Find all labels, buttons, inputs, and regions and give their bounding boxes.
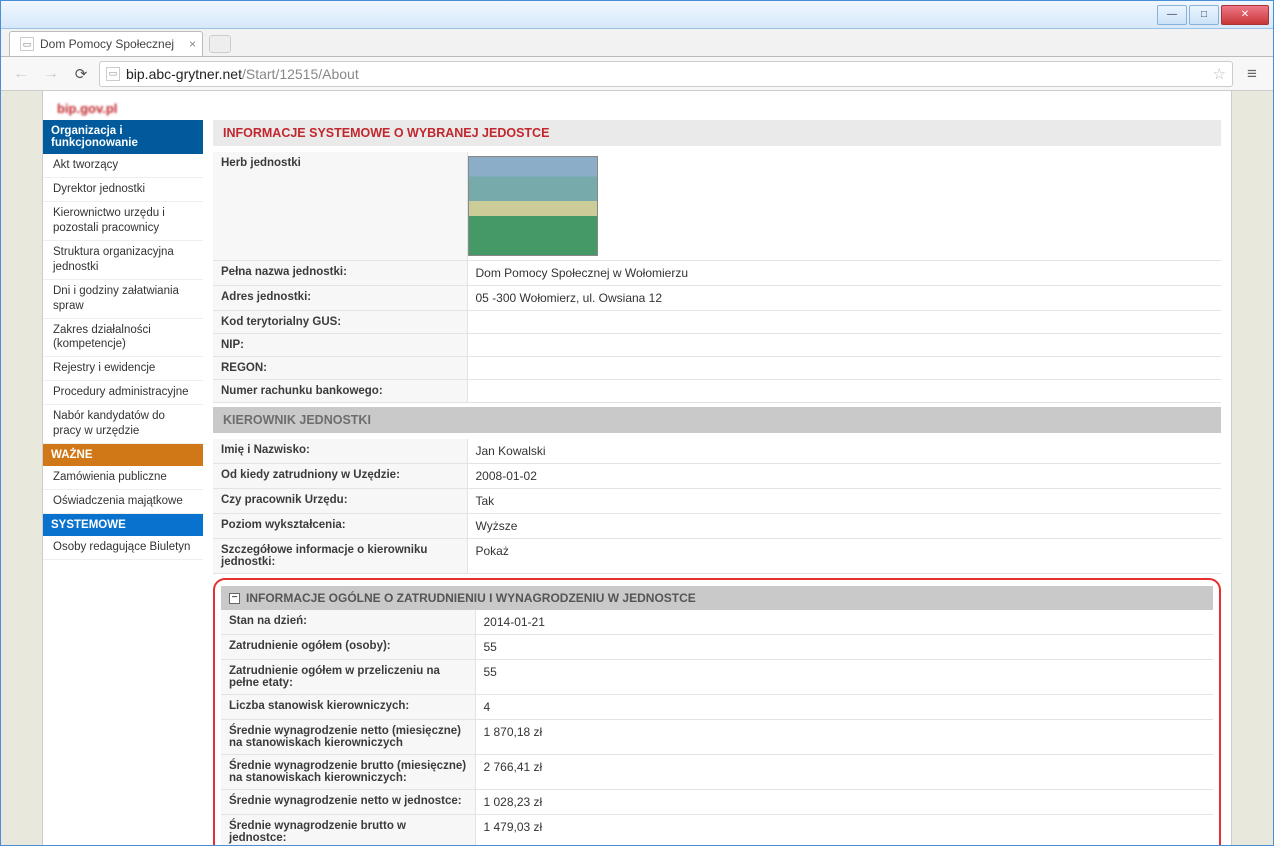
row-value: 05 -300 Wołomierz, ul. Owsiana 12 bbox=[467, 286, 1221, 311]
row-label: Średnie wynagrodzenie brutto (miesięczne… bbox=[221, 755, 475, 790]
section-title-kierownik: KIEROWNIK JEDNOSTKI bbox=[213, 407, 1221, 433]
row-value: 2 766,41 zł bbox=[475, 755, 1213, 790]
window-close-button[interactable]: ✕ bbox=[1221, 5, 1269, 25]
row-label: Liczba stanowisk kierowniczych: bbox=[221, 695, 475, 720]
back-button[interactable]: ← bbox=[9, 62, 33, 86]
collapse-title: INFORMACJE OGÓLNE O ZATRUDNIENIU I WYNAG… bbox=[246, 591, 696, 605]
row-value-pokaz[interactable]: Pokaż bbox=[467, 539, 1221, 574]
row-value-herb bbox=[467, 152, 1221, 261]
row-label: Zatrudnienie ogółem w przeliczeniu na pe… bbox=[221, 660, 475, 695]
sidebar-item[interactable]: Zakres działalności (kompetencje) bbox=[43, 319, 203, 358]
address-bar[interactable]: ▭ bip.abc-grytner.net/Start/12515/About … bbox=[99, 61, 1233, 87]
row-value bbox=[467, 357, 1221, 380]
row-label: Szczegółowe informacje o kierowniku jedn… bbox=[213, 539, 467, 574]
tab-close-icon[interactable]: × bbox=[189, 37, 196, 51]
row-label: Od kiedy zatrudniony w Uzędzie: bbox=[213, 464, 467, 489]
menu-button[interactable]: ≡ bbox=[1239, 61, 1265, 87]
sidebar-item[interactable]: Dyrektor jednostki bbox=[43, 178, 203, 202]
sidebar-item[interactable]: Zamówienia publiczne bbox=[43, 466, 203, 490]
sidebar-item[interactable]: Osoby redagujące Biuletyn bbox=[43, 536, 203, 560]
section-title-systemowe: INFORMACJE SYSTEMOWE O WYBRANEJ JEDOSTCE bbox=[213, 120, 1221, 146]
row-value bbox=[467, 311, 1221, 334]
collapse-minus-icon: − bbox=[229, 593, 240, 604]
site-brand: bip.gov.pl bbox=[43, 101, 1231, 116]
window-maximize-button[interactable]: □ bbox=[1189, 5, 1219, 25]
info-table-kierownik: Imię i Nazwisko:Jan Kowalski Od kiedy za… bbox=[213, 439, 1221, 574]
sidebar-item[interactable]: Akt tworzący bbox=[43, 154, 203, 178]
row-label: Kod terytorialny GUS: bbox=[213, 311, 467, 334]
sidebar-header-wazne[interactable]: WAŻNE bbox=[43, 444, 203, 466]
row-label: Stan na dzień: bbox=[221, 610, 475, 635]
row-label: Poziom wykształcenia: bbox=[213, 514, 467, 539]
window-minimize-button[interactable]: — bbox=[1157, 5, 1187, 25]
herb-image bbox=[468, 156, 598, 256]
row-value: 1 479,03 zł bbox=[475, 815, 1213, 846]
sidebar-item[interactable]: Procedury administracyjne bbox=[43, 381, 203, 405]
row-value: 1 870,18 zł bbox=[475, 720, 1213, 755]
sidebar-item[interactable]: Kierownictwo urzędu i pozostali pracowni… bbox=[43, 202, 203, 241]
row-value: Dom Pomocy Społecznej w Wołomierzu bbox=[467, 261, 1221, 286]
row-label: NIP: bbox=[213, 334, 467, 357]
row-label: Czy pracownik Urzędu: bbox=[213, 489, 467, 514]
row-value: 55 bbox=[475, 660, 1213, 695]
tab-title: Dom Pomocy Społecznej bbox=[40, 37, 174, 51]
sidebar-header-systemowe[interactable]: SYSTEMOWE bbox=[43, 514, 203, 536]
sidebar-item[interactable]: Rejestry i ewidencje bbox=[43, 357, 203, 381]
row-value: 2014-01-21 bbox=[475, 610, 1213, 635]
row-label: Adres jednostki: bbox=[213, 286, 467, 311]
sidebar: Organizacja i funkcjonowanie Akt tworząc… bbox=[43, 120, 203, 845]
row-label: Średnie wynagrodzenie brutto w jednostce… bbox=[221, 815, 475, 846]
highlighted-section: − INFORMACJE OGÓLNE O ZATRUDNIENIU I WYN… bbox=[213, 578, 1221, 845]
row-label: REGON: bbox=[213, 357, 467, 380]
collapse-header-zatrudnienie[interactable]: − INFORMACJE OGÓLNE O ZATRUDNIENIU I WYN… bbox=[221, 586, 1213, 610]
sidebar-item[interactable]: Struktura organizacyjna jednostki bbox=[43, 241, 203, 280]
main-content: INFORMACJE SYSTEMOWE O WYBRANEJ JEDOSTCE… bbox=[203, 120, 1231, 845]
row-label: Średnie wynagrodzenie netto (miesięczne)… bbox=[221, 720, 475, 755]
info-table-jednostka: Herb jednostki Pełna nazwa jednostki:Dom… bbox=[213, 152, 1221, 403]
tab-strip: ▭ Dom Pomocy Społecznej × bbox=[1, 29, 1273, 57]
row-value: Tak bbox=[467, 489, 1221, 514]
sidebar-item[interactable]: Dni i godziny załatwiania spraw bbox=[43, 280, 203, 319]
site-identity-icon: ▭ bbox=[106, 67, 120, 81]
new-tab-button[interactable] bbox=[209, 35, 231, 53]
row-label: Średnie wynagrodzenie netto w jednostce: bbox=[221, 790, 475, 815]
forward-button[interactable]: → bbox=[39, 62, 63, 86]
row-label: Pełna nazwa jednostki: bbox=[213, 261, 467, 286]
browser-toolbar: ← → ⟳ ▭ bip.abc-grytner.net/Start/12515/… bbox=[1, 57, 1273, 91]
row-label: Numer rachunku bankowego: bbox=[213, 380, 467, 403]
row-value: 55 bbox=[475, 635, 1213, 660]
info-table-zatrudnienie: Stan na dzień:2014-01-21 Zatrudnienie og… bbox=[221, 610, 1213, 845]
window-titlebar: — □ ✕ bbox=[1, 1, 1273, 29]
sidebar-item[interactable]: Nabór kandydatów do pracy w urzędzie bbox=[43, 405, 203, 444]
browser-tab[interactable]: ▭ Dom Pomocy Społecznej × bbox=[9, 31, 203, 56]
row-value: Jan Kowalski bbox=[467, 439, 1221, 464]
row-value bbox=[467, 334, 1221, 357]
page-viewport[interactable]: bip.gov.pl Organizacja i funkcjonowanie … bbox=[1, 91, 1273, 845]
row-value bbox=[467, 380, 1221, 403]
reload-button[interactable]: ⟳ bbox=[69, 62, 93, 86]
row-value: 4 bbox=[475, 695, 1213, 720]
bookmark-star-icon[interactable]: ☆ bbox=[1213, 65, 1226, 83]
row-label: Herb jednostki bbox=[213, 152, 467, 261]
sidebar-header-organizacja[interactable]: Organizacja i funkcjonowanie bbox=[43, 120, 203, 154]
url-text: bip.abc-grytner.net/Start/12515/About bbox=[126, 66, 359, 82]
row-value: 2008-01-02 bbox=[467, 464, 1221, 489]
sidebar-item[interactable]: Oświadczenia majątkowe bbox=[43, 490, 203, 514]
page-favicon-icon: ▭ bbox=[20, 37, 34, 51]
browser-window: — □ ✕ ▭ Dom Pomocy Społecznej × ← → ⟳ ▭ … bbox=[0, 0, 1274, 846]
row-label: Imię i Nazwisko: bbox=[213, 439, 467, 464]
row-value: 1 028,23 zł bbox=[475, 790, 1213, 815]
row-label: Zatrudnienie ogółem (osoby): bbox=[221, 635, 475, 660]
page-body: bip.gov.pl Organizacja i funkcjonowanie … bbox=[42, 91, 1232, 845]
row-value: Wyższe bbox=[467, 514, 1221, 539]
